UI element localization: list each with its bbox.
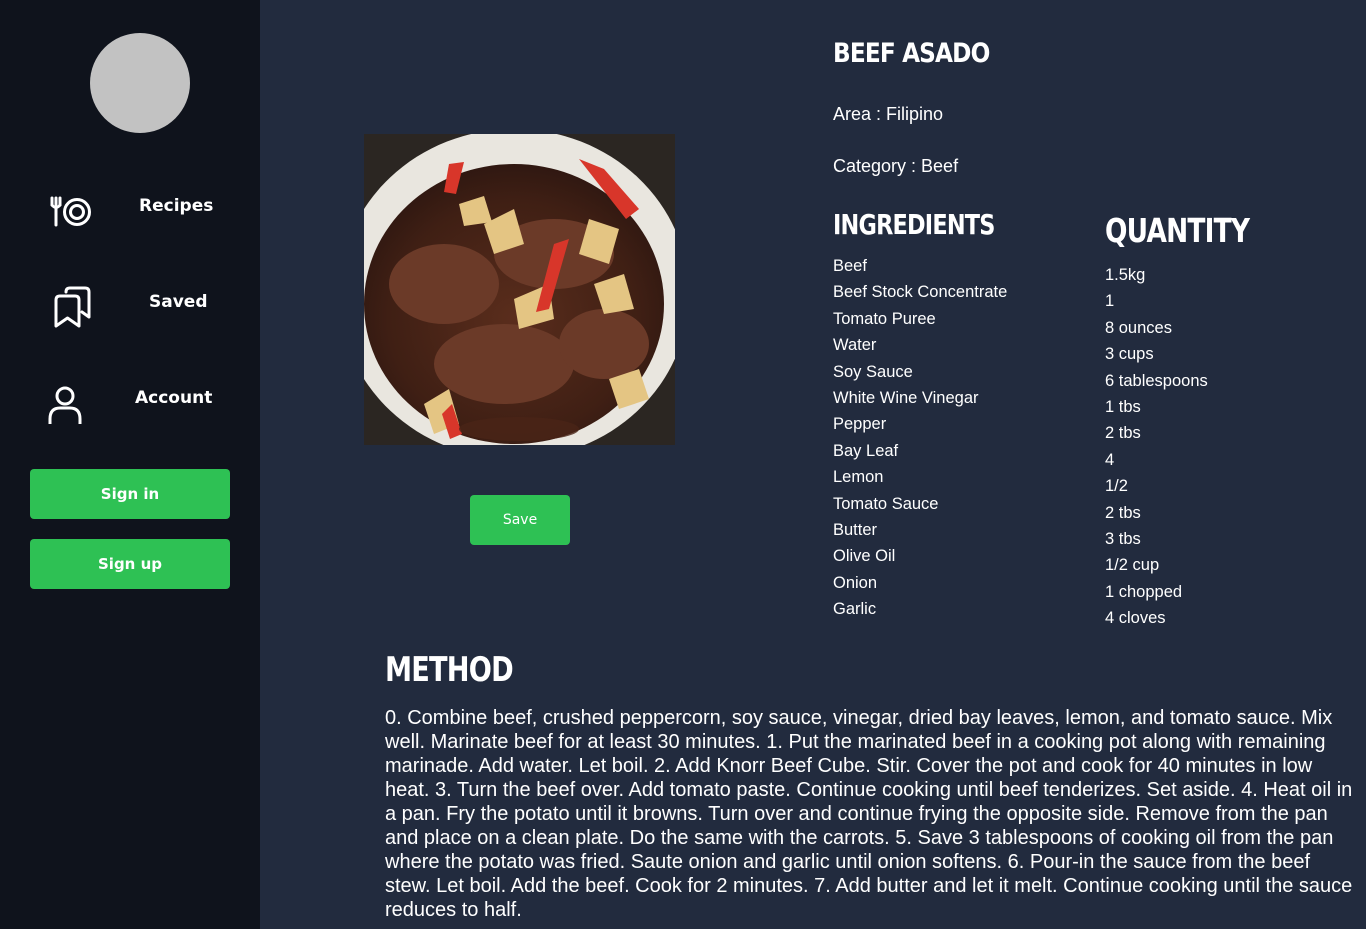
quantity-item: 1/2 cup bbox=[1105, 556, 1160, 575]
ingredient-item: Olive Oil bbox=[833, 547, 896, 566]
ingredient-item: Onion bbox=[833, 573, 878, 592]
recipe-area: Area : Filipino bbox=[833, 104, 944, 124]
method-heading: METHOD bbox=[385, 650, 514, 690]
sidebar-item-saved[interactable]: Saved bbox=[0, 274, 260, 334]
quantity-item: 1 tbs bbox=[1105, 397, 1141, 416]
sign-up-button[interactable]: Sign up bbox=[30, 539, 230, 589]
recipe-title: BEEF ASADO bbox=[833, 38, 990, 69]
ingredient-item: Pepper bbox=[833, 415, 887, 434]
quantity-item: 3 cups bbox=[1105, 345, 1154, 364]
ingredient-item: Beef Stock Concentrate bbox=[833, 283, 1008, 302]
quantity-heading: QUANTITY bbox=[1105, 211, 1250, 250]
ingredient-item: White Wine Vinegar bbox=[833, 388, 979, 407]
method-text: 0. Combine beef, crushed peppercorn, soy… bbox=[385, 707, 1353, 921]
ingredient-item: Butter bbox=[833, 520, 878, 539]
ingredient-item: Tomato Sauce bbox=[833, 494, 939, 513]
ingredient-item: Garlic bbox=[833, 600, 877, 619]
ingredient-item: Tomato Puree bbox=[833, 309, 936, 328]
quantity-item: 1 chopped bbox=[1105, 582, 1183, 601]
quantity-item: 1/2 bbox=[1105, 477, 1128, 496]
ingredient-item: Water bbox=[833, 336, 877, 355]
sidebar-item-label: Recipes bbox=[139, 196, 214, 216]
recipe-category: Category : Beef bbox=[833, 156, 959, 176]
ingredient-item: Bay Leaf bbox=[833, 441, 899, 460]
plate-fork-icon bbox=[50, 196, 91, 227]
quantities-list: 1.5kg 1 8 ounces 3 cups 6 tablespoons 1 … bbox=[1105, 262, 1208, 631]
quantity-item: 4 bbox=[1105, 450, 1115, 469]
sidebar-item-recipes[interactable]: Recipes bbox=[0, 178, 260, 238]
quantity-item: 1 bbox=[1105, 292, 1115, 311]
ingredient-item: Lemon bbox=[833, 468, 884, 487]
quantity-item: 1.5kg bbox=[1105, 266, 1146, 284]
sidebar: Recipes Saved Account Sign in Sign up bbox=[0, 0, 260, 929]
user-icon bbox=[48, 386, 82, 424]
quantity-item: 8 ounces bbox=[1105, 318, 1172, 337]
avatar[interactable] bbox=[90, 33, 190, 133]
save-button[interactable]: Save bbox=[470, 495, 570, 545]
quantity-item: 6 tablespoons bbox=[1105, 371, 1208, 390]
ingredients-heading: INGREDIENTS bbox=[833, 208, 995, 241]
recipe-image bbox=[364, 134, 675, 445]
sign-in-button[interactable]: Sign in bbox=[30, 469, 230, 519]
sidebar-item-label: Saved bbox=[149, 292, 208, 312]
ingredient-item: Soy Sauce bbox=[833, 362, 913, 381]
bookmarks-icon bbox=[54, 286, 91, 328]
quantity-item: 2 tbs bbox=[1105, 424, 1141, 443]
sidebar-item-label: Account bbox=[135, 388, 213, 408]
quantity-item: 3 tbs bbox=[1105, 529, 1141, 548]
sidebar-item-account[interactable]: Account bbox=[0, 370, 260, 430]
ingredients-list: Beef Beef Stock Concentrate Tomato Puree… bbox=[833, 253, 1007, 622]
ingredient-item: Beef bbox=[833, 257, 867, 275]
quantity-item: 2 tbs bbox=[1105, 503, 1141, 522]
quantity-item: 4 cloves bbox=[1105, 609, 1166, 628]
